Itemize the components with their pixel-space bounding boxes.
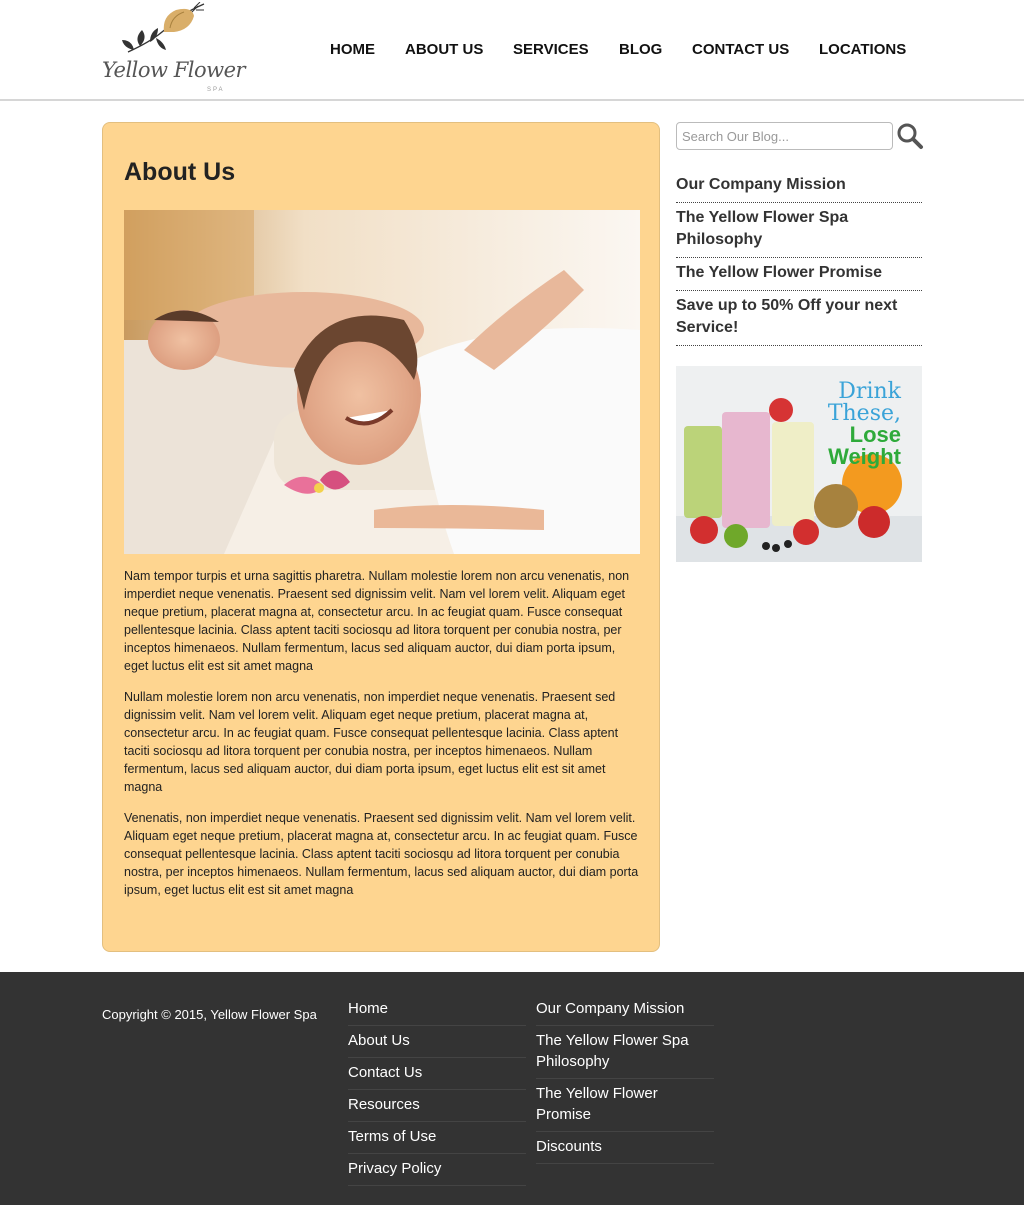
nav-services[interactable]: SERVICES <box>513 41 589 58</box>
brand-name: Yellow Flower <box>102 58 246 82</box>
copyright-text: Copyright © 2015, Yellow Flower Spa <box>102 1007 317 1022</box>
footer-link-terms[interactable]: Terms of Use <box>348 1126 526 1154</box>
footer-link-discounts[interactable]: Discounts <box>536 1136 714 1164</box>
sidebar-link-discount[interactable]: Save up to 50% Off your next Service! <box>676 295 922 346</box>
about-paragraph-2: Nullam molestie lorem non arcu venenatis… <box>124 690 619 794</box>
nav-about-us[interactable]: ABOUT US <box>405 41 483 58</box>
site-logo[interactable]: Yellow Flower SPA <box>100 2 246 96</box>
footer-link-philosophy[interactable]: The Yellow Flower Spa Philosophy <box>536 1030 714 1079</box>
site-footer: Copyright © 2015, Yellow Flower Spa Home… <box>0 972 1024 1205</box>
nav-locations[interactable]: LOCATIONS <box>819 41 906 58</box>
about-paragraph-1: Nam tempor turpis et urna sagittis phare… <box>124 569 630 673</box>
search-button[interactable] <box>896 122 924 150</box>
search-icon <box>897 123 923 149</box>
sidebar-link-philosophy[interactable]: The Yellow Flower Spa Philosophy <box>676 207 922 258</box>
nav-home[interactable]: HOME <box>330 41 375 58</box>
smoothie-ad-banner[interactable]: Drink These, Lose Weight <box>676 366 922 562</box>
flower-logo-icon <box>122 2 205 53</box>
footer-link-about-us[interactable]: About Us <box>348 1030 526 1058</box>
footer-link-promise[interactable]: The Yellow Flower Promise <box>536 1083 714 1132</box>
footer-link-privacy[interactable]: Privacy Policy <box>348 1158 526 1186</box>
footer-link-mission[interactable]: Our Company Mission <box>536 998 714 1026</box>
about-paragraph-3: Venenatis, non imperdiet neque venenatis… <box>124 811 639 897</box>
sidebar-link-promise[interactable]: The Yellow Flower Promise <box>676 262 922 291</box>
footer-link-home[interactable]: Home <box>348 998 526 1026</box>
hero-image <box>124 210 640 554</box>
page-title: About Us <box>124 158 236 186</box>
site-header: Yellow Flower SPA HOME ABOUT US SERVICES… <box>0 0 1024 101</box>
brand-sub: SPA <box>207 87 225 93</box>
nav-blog[interactable]: BLOG <box>619 41 662 58</box>
footer-link-resources[interactable]: Resources <box>348 1094 526 1122</box>
ad-text-weight: Weight <box>828 444 902 469</box>
about-card: About Us Nam tempor turpis et urna sagit… <box>102 122 660 952</box>
blog-search-input[interactable] <box>676 122 893 150</box>
nav-contact-us[interactable]: CONTACT US <box>692 41 789 58</box>
footer-link-contact-us[interactable]: Contact Us <box>348 1062 526 1090</box>
sidebar-link-mission[interactable]: Our Company Mission <box>676 174 922 203</box>
